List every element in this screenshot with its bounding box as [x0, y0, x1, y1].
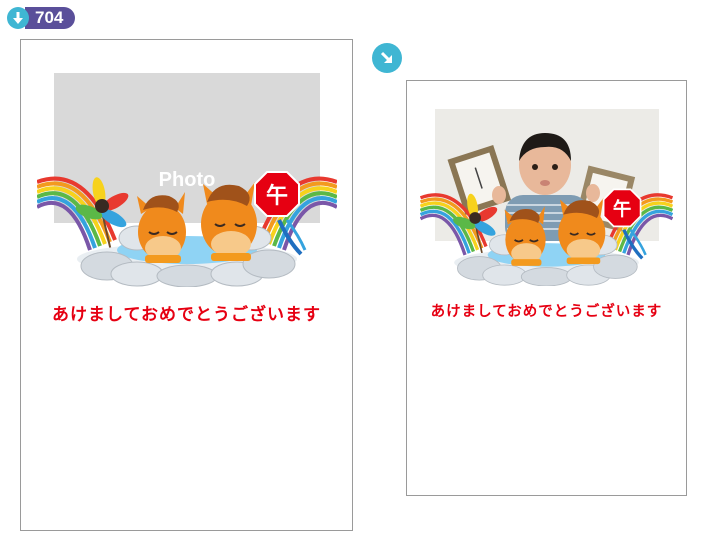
sign-character: 午 — [613, 198, 631, 220]
hot-spring — [454, 234, 639, 286]
greeting-text: あけましておめでとうございます — [430, 304, 663, 320]
hot-spring — [77, 225, 297, 287]
arrow-down-right-icon — [372, 43, 402, 73]
download-icon[interactable] — [7, 7, 29, 29]
horse-scene-illustration: 午 — [420, 188, 673, 286]
template-card: Photo 午 あけましておめでとうございます — [20, 39, 353, 531]
sample-card: 午 あけましておめでとうございます — [406, 80, 687, 496]
template-number: 704 — [25, 7, 76, 29]
horse-scene-illustration: 午 — [37, 171, 337, 287]
sign-character: 午 — [266, 183, 288, 209]
template-number-badge: 704 — [7, 6, 76, 30]
greeting-text: あけましておめでとうございます — [52, 305, 321, 325]
